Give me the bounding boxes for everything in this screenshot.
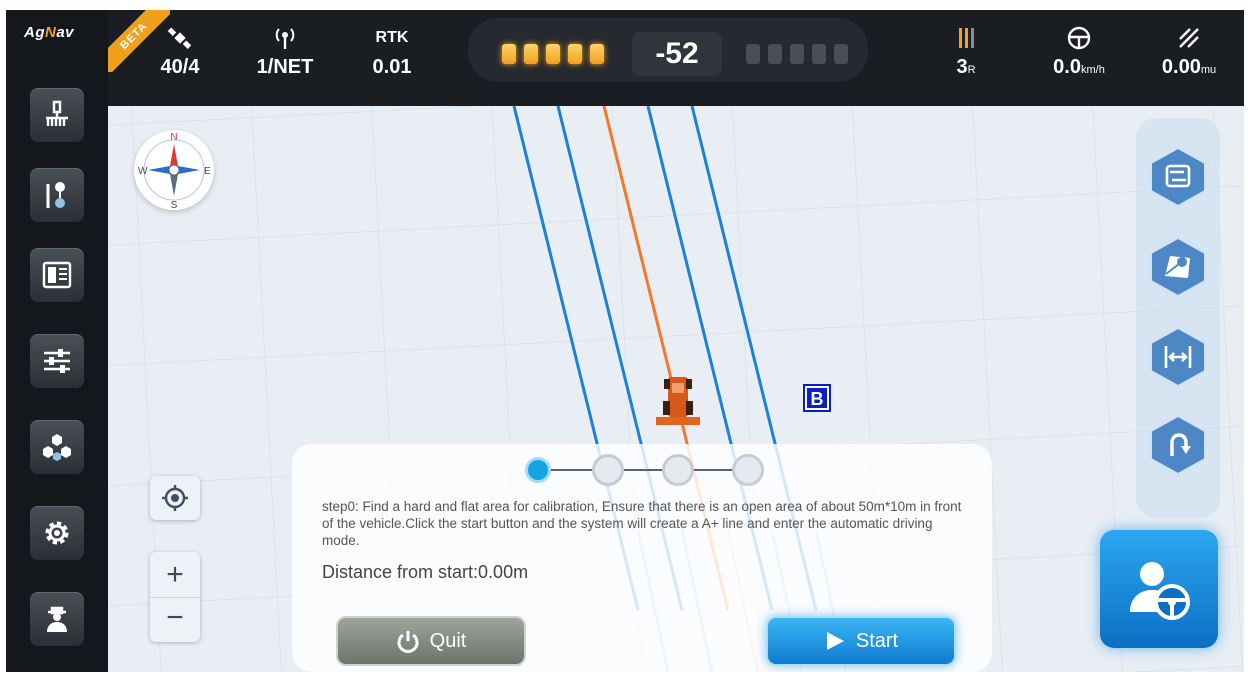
row-unit: R bbox=[967, 64, 976, 76]
antenna-icon bbox=[275, 28, 295, 49]
cross-track-error: -52 bbox=[632, 32, 722, 76]
operator-icon bbox=[47, 606, 67, 632]
settings-sliders-button[interactable] bbox=[30, 334, 84, 388]
distance-readout: Distance from start:0.00m bbox=[322, 562, 529, 582]
operator-button[interactable] bbox=[30, 592, 84, 646]
step-dot bbox=[525, 457, 551, 483]
compass-w: W bbox=[138, 166, 148, 177]
zoom-control: + − bbox=[150, 552, 200, 642]
lightbar-led-right bbox=[834, 44, 848, 64]
zoom-out-button[interactable]: − bbox=[150, 598, 200, 643]
lightbar-led-left bbox=[568, 44, 582, 64]
zoom-in-button[interactable]: + bbox=[150, 552, 200, 597]
row-status: 3R bbox=[946, 24, 986, 79]
power-icon bbox=[397, 631, 419, 653]
quit-label: Quit bbox=[429, 629, 467, 652]
satellite-icon bbox=[167, 27, 192, 49]
settings-sliders-icon bbox=[44, 349, 70, 373]
network-icon bbox=[43, 434, 71, 461]
status-bar: 40/4 1/NET RTK 0.01 -52 3R 0.0km/h 0.00m… bbox=[108, 10, 1244, 106]
step-dot bbox=[732, 454, 764, 486]
u-turn-button[interactable] bbox=[1148, 414, 1208, 476]
lightbar-led-right bbox=[812, 44, 826, 64]
lightbar-led-left bbox=[524, 44, 538, 64]
brand-logo: AgNav bbox=[24, 24, 75, 41]
network-status: 1/NET bbox=[248, 24, 322, 79]
field-info-icon bbox=[42, 261, 72, 289]
ab-line-button[interactable] bbox=[30, 168, 84, 222]
rtk-status: RTK 0.01 bbox=[362, 24, 422, 79]
field-map-button[interactable] bbox=[1148, 236, 1208, 298]
gear-icon bbox=[45, 521, 69, 545]
network-button[interactable] bbox=[30, 420, 84, 474]
left-sidebar: AgNav bbox=[6, 10, 108, 672]
row-value: 3 bbox=[956, 56, 968, 78]
lightbar-led-right bbox=[768, 44, 782, 64]
field-info-button[interactable] bbox=[30, 248, 84, 302]
implement-icon bbox=[46, 100, 68, 126]
lightbar-led-right bbox=[790, 44, 804, 64]
start-label: Start bbox=[855, 629, 899, 652]
speed-unit: km/h bbox=[1080, 64, 1105, 76]
shift-line-button[interactable] bbox=[1148, 326, 1208, 388]
ab-line-icon bbox=[46, 182, 65, 208]
area-icon bbox=[1179, 28, 1199, 48]
lightbar-led-left bbox=[590, 44, 604, 64]
play-icon bbox=[826, 632, 844, 650]
auto-steer-button[interactable] bbox=[1100, 530, 1218, 648]
network-value: 1/NET bbox=[256, 56, 314, 78]
app-root: B N S W E AgNav 40/4 1/NET RTK 0.01 -52 … bbox=[6, 10, 1244, 672]
steering-wheel-icon bbox=[1067, 26, 1091, 50]
compass-e: E bbox=[204, 166, 211, 177]
right-toolbar bbox=[1136, 118, 1220, 518]
rtk-label: RTK bbox=[375, 29, 409, 46]
step-dot bbox=[592, 454, 624, 486]
lightbar-led-right bbox=[746, 44, 760, 64]
start-button[interactable]: Start bbox=[766, 616, 956, 666]
point-b-marker[interactable]: B bbox=[803, 384, 831, 412]
compass: N S W E bbox=[134, 130, 214, 211]
speed-status: 0.0km/h bbox=[1034, 24, 1124, 79]
implement-button[interactable] bbox=[30, 88, 84, 142]
quit-button[interactable]: Quit bbox=[336, 616, 526, 666]
beta-ribbon: BETA bbox=[108, 10, 170, 72]
step-indicator bbox=[522, 452, 764, 486]
lightbar-led-left bbox=[546, 44, 560, 64]
row-icon bbox=[959, 28, 974, 48]
step-dot bbox=[662, 454, 694, 486]
driver-steering-icon bbox=[1130, 562, 1190, 620]
locate-icon bbox=[162, 485, 188, 511]
rtk-value: 0.01 bbox=[372, 56, 412, 78]
area-value: 0.00 bbox=[1161, 56, 1201, 78]
switch-line-button[interactable] bbox=[1148, 146, 1208, 208]
locate-button[interactable] bbox=[150, 476, 200, 520]
lightbar: -52 bbox=[468, 18, 868, 82]
step-description: step0: Find a hard and flat area for cal… bbox=[322, 499, 962, 548]
settings-button[interactable] bbox=[30, 506, 84, 560]
calibration-panel: step0: Find a hard and flat area for cal… bbox=[292, 444, 992, 672]
speed-value: 0.0 bbox=[1053, 56, 1081, 78]
area-status: 0.00mu bbox=[1144, 24, 1234, 79]
compass-s: S bbox=[171, 200, 178, 210]
area-unit: mu bbox=[1200, 64, 1217, 76]
lightbar-led-left bbox=[502, 44, 516, 64]
compass-n: N bbox=[170, 132, 177, 143]
